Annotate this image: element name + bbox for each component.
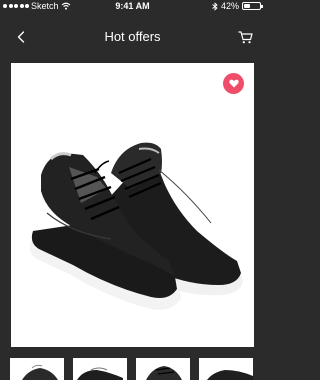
thumbnail-4[interactable] — [199, 358, 253, 380]
sneaker-thumbnail-1 — [22, 364, 58, 380]
thumbnail-strip — [0, 358, 265, 380]
favorite-button[interactable] — [223, 73, 244, 94]
sneaker-thumbnail-3 — [146, 366, 182, 380]
status-right: 42% — [212, 1, 263, 11]
thumbnail-1[interactable] — [10, 358, 64, 380]
page-title: Hot offers — [104, 29, 161, 44]
black-sneakers-photo — [29, 142, 243, 310]
sneaker-thumbnail-4 — [207, 370, 253, 380]
cart-icon — [238, 30, 253, 43]
cart-button[interactable] — [235, 27, 255, 47]
status-bar: Sketch 9:41 AM 42% — [0, 0, 265, 13]
nav-bar: Hot offers — [0, 22, 265, 52]
battery-level — [244, 4, 251, 8]
bluetooth-icon — [212, 1, 218, 11]
thumbnail-3[interactable] — [136, 358, 190, 380]
sneaker-thumbnail-2 — [77, 367, 123, 380]
battery-percent: 42% — [220, 1, 239, 11]
heart-icon — [228, 79, 239, 88]
battery-icon — [242, 2, 263, 10]
thumbnail-2[interactable] — [73, 358, 127, 380]
product-image-card[interactable] — [11, 63, 254, 347]
